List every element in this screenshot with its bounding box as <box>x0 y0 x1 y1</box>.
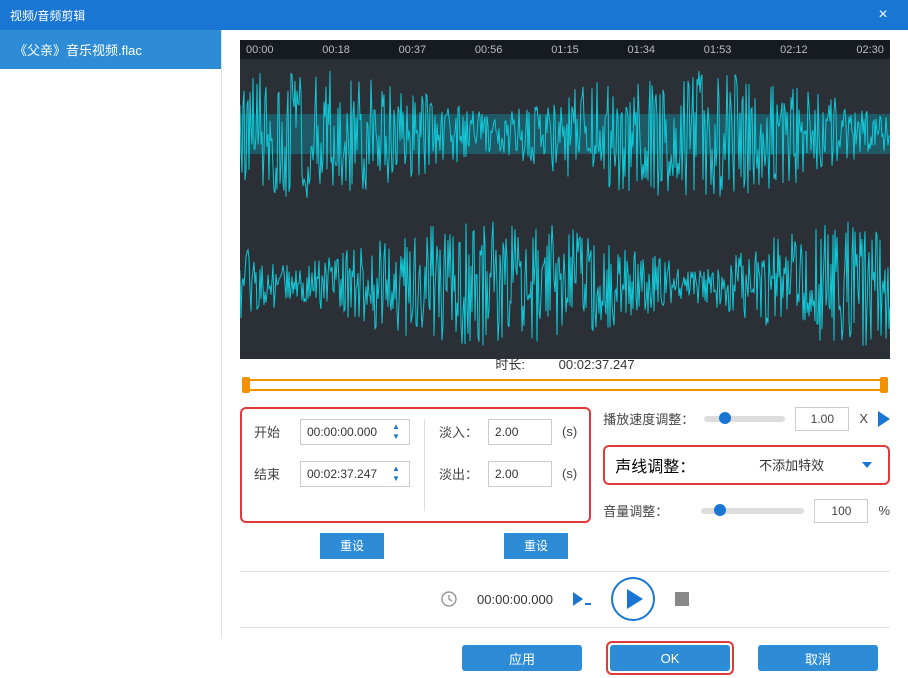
end-label: 结束 <box>254 464 290 483</box>
fadeout-label: 淡出： <box>439 464 478 483</box>
trim-fade-group: 开始 00:00:00.000 ▲▼ 结束 00:02:37.247 ▲▼ <box>240 407 591 523</box>
volume-row: 音量调整： 100 % <box>603 499 890 523</box>
cancel-button[interactable]: 取消 <box>758 645 878 671</box>
start-label: 开始 <box>254 422 290 441</box>
reset-trim-button[interactable]: 重设 <box>320 533 384 559</box>
window-title: 视频/音频剪辑 <box>10 7 85 24</box>
start-time-input[interactable]: 00:00:00.000 ▲▼ <box>300 419 410 445</box>
play-icon <box>627 589 643 609</box>
timeline-ruler: 00:00 00:18 00:37 00:56 01:15 01:34 01:5… <box>240 40 890 59</box>
voice-adjust-group: 声线调整： 不添加特效 <box>603 445 890 485</box>
fadeout-input[interactable]: 2.00 <box>488 461 552 487</box>
spinner-up-icon[interactable]: ▲ <box>389 464 403 474</box>
range-handle-start[interactable] <box>242 377 250 393</box>
waveform-channel-1 <box>240 59 890 209</box>
current-time: 00:00:00.000 <box>477 592 553 607</box>
file-sidebar: 《父亲》音乐视频.flac <box>0 30 222 638</box>
spinner-down-icon[interactable]: ▼ <box>389 432 403 442</box>
end-time-input[interactable]: 00:02:37.247 ▲▼ <box>300 461 410 487</box>
waveform-display[interactable] <box>240 59 890 346</box>
playback-bar: 00:00:00.000 <box>240 571 890 629</box>
speed-preview-icon[interactable] <box>878 411 890 427</box>
play-button[interactable] <box>611 577 655 621</box>
chevron-down-icon <box>862 462 872 468</box>
sidebar-item-file[interactable]: 《父亲》音乐视频.flac <box>0 30 221 69</box>
reset-fade-button[interactable]: 重设 <box>504 533 568 559</box>
voice-effect-dropdown[interactable]: 不添加特效 <box>705 453 878 477</box>
spinner-up-icon[interactable]: ▲ <box>389 422 403 432</box>
speed-row: 播放速度调整： 1.00 X <box>603 407 890 431</box>
clock-icon <box>441 591 457 607</box>
apply-button[interactable]: 应用 <box>462 645 582 671</box>
stop-button[interactable] <box>675 592 689 606</box>
speed-slider[interactable] <box>704 416 785 422</box>
range-handle-end[interactable] <box>880 377 888 393</box>
volume-slider[interactable] <box>701 508 804 514</box>
waveform-channel-2 <box>240 209 890 359</box>
close-icon[interactable]: × <box>868 6 898 24</box>
step-forward-icon[interactable] <box>573 592 591 606</box>
fadein-label: 淡入： <box>439 422 478 441</box>
ok-button[interactable]: OK <box>610 645 730 671</box>
title-bar: 视频/音频剪辑 × <box>0 0 908 30</box>
fadein-unit: (s) <box>562 424 577 439</box>
volume-value[interactable]: 100 <box>814 499 868 523</box>
dialog-footer: 应用 OK 取消 <box>0 638 908 678</box>
fadein-input[interactable]: 2.00 <box>488 419 552 445</box>
spinner-down-icon[interactable]: ▼ <box>389 474 403 484</box>
speed-value[interactable]: 1.00 <box>795 407 849 431</box>
fadeout-unit: (s) <box>562 466 577 481</box>
range-selector[interactable] <box>240 377 890 394</box>
